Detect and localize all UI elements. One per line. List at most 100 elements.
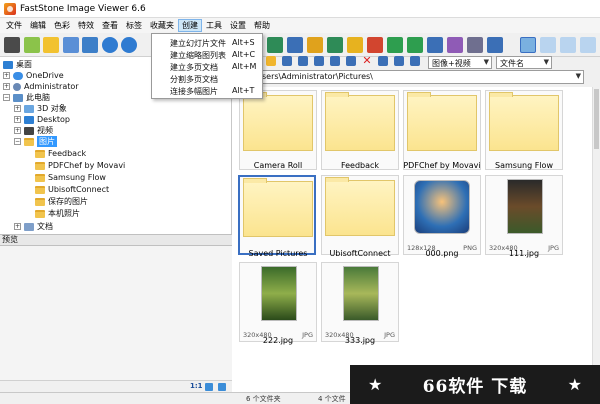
email-icon[interactable]: [487, 37, 503, 53]
view-thumb-icon[interactable]: [520, 37, 536, 53]
nav-icon-2[interactable]: [298, 56, 308, 66]
thumbnail-scrollbar[interactable]: [592, 87, 600, 392]
thumbnail-label: Saved Pictures: [248, 249, 308, 258]
thumbnail-tile-selected[interactable]: [238, 175, 316, 255]
rotate-right-icon[interactable]: [407, 37, 423, 53]
folder-icon: [407, 92, 477, 151]
menu-edit[interactable]: 编辑: [26, 19, 50, 32]
thumbnail-tile[interactable]: 128x128 PNG: [403, 175, 481, 255]
delete-icon[interactable]: ✕: [362, 55, 372, 66]
tree-item-desktop-en[interactable]: + Desktop: [14, 114, 70, 125]
menu-item-combine-images[interactable]: 连接多幅图片 Alt+T: [152, 85, 262, 97]
open-folder-icon[interactable]: [24, 37, 40, 53]
toolbar: [0, 33, 600, 57]
fullscreen-icon[interactable]: [82, 37, 98, 53]
thumbnail-tile[interactable]: 320x480 JPG: [239, 262, 317, 342]
tree-item-pdfchef[interactable]: PDFChef by Movavi: [35, 160, 125, 171]
nav-icon-4[interactable]: [330, 56, 340, 66]
gear-icon[interactable]: [347, 37, 363, 53]
menu-bar: 文件 编辑 色彩 特效 查看 标签 收藏夹 创建 工具 设置 帮助: [0, 18, 600, 33]
nav-icon-7[interactable]: [394, 56, 404, 66]
collapse-icon[interactable]: −: [14, 138, 21, 145]
tree-item-pictures[interactable]: − 图片: [14, 136, 57, 147]
tool-icon-6[interactable]: [367, 37, 383, 53]
menu-color[interactable]: 色彩: [50, 19, 74, 32]
tree-item-video[interactable]: + 视频: [14, 125, 53, 136]
thumbnail-tile[interactable]: [403, 90, 481, 170]
menu-favorites[interactable]: 收藏夹: [146, 19, 178, 32]
nav-icon-8[interactable]: [410, 56, 420, 66]
menu-effects[interactable]: 特效: [74, 19, 98, 32]
tool-icon-2[interactable]: [287, 37, 303, 53]
tree-item-samsung-flow[interactable]: Samsung Flow: [35, 172, 106, 183]
browse-icon[interactable]: [63, 37, 79, 53]
menu-item-split-multipage[interactable]: 分割多页文档: [152, 73, 262, 85]
expand-icon[interactable]: +: [14, 116, 21, 123]
expand-icon[interactable]: +: [14, 105, 21, 112]
tree-item-saved-pictures[interactable]: 保存的图片: [35, 196, 88, 207]
zoom-in-icon[interactable]: [102, 37, 118, 53]
print-icon[interactable]: [467, 37, 483, 53]
scrollbar-thumb[interactable]: [594, 89, 599, 149]
view-mode-icon-3[interactable]: [560, 37, 576, 53]
tree-item-desktop[interactable]: 桌面: [3, 59, 32, 70]
nav-icon-1[interactable]: [282, 56, 292, 66]
image-preview: [414, 180, 470, 234]
thumbnail-tile[interactable]: [321, 90, 399, 170]
title-bar: FastStone Image Viewer 6.6: [0, 0, 600, 18]
zoom-out-icon[interactable]: [121, 37, 137, 53]
tree-item-onedrive[interactable]: + OneDrive: [3, 70, 64, 81]
sort-select[interactable]: 文件名 ▼: [496, 56, 552, 69]
view-mode-icon-4[interactable]: [580, 37, 596, 53]
menu-tools[interactable]: 工具: [202, 19, 226, 32]
tree-item-local-photos[interactable]: 本机照片: [35, 208, 80, 219]
expand-icon[interactable]: +: [14, 127, 21, 134]
tree-item-ubisoft[interactable]: UbisoftConnect: [35, 184, 109, 195]
expand-icon[interactable]: +: [3, 83, 10, 90]
tree-item-feedback[interactable]: Feedback: [35, 148, 86, 159]
menu-item-create-contact-sheet[interactable]: 建立缩略图列表 Alt+C: [152, 49, 262, 61]
tree-item-administrator[interactable]: + Administrator: [3, 81, 79, 92]
camera-icon[interactable]: [4, 37, 20, 53]
tool-icon-4[interactable]: [327, 37, 343, 53]
filter-select[interactable]: 图像+视频 ▼: [428, 56, 492, 69]
collapse-icon[interactable]: −: [3, 94, 10, 101]
folder-up-icon[interactable]: [266, 56, 276, 66]
save-icon[interactable]: [43, 37, 59, 53]
thumbnail-tile[interactable]: [239, 90, 317, 170]
zoom-ratio[interactable]: 1:1: [190, 382, 203, 390]
preview-settings-icon[interactable]: [218, 383, 226, 391]
path-input[interactable]: sers\Administrator\Pictures\ ▼: [258, 70, 584, 84]
expand-icon[interactable]: +: [14, 223, 21, 230]
expand-icon[interactable]: +: [3, 72, 10, 79]
nav-icon-3[interactable]: [314, 56, 324, 66]
menu-file[interactable]: 文件: [2, 19, 26, 32]
nav-icon-6[interactable]: [378, 56, 388, 66]
tool-icon-9[interactable]: [427, 37, 443, 53]
tree-item-documents[interactable]: + 文档: [14, 221, 53, 232]
menu-view[interactable]: 查看: [98, 19, 122, 32]
menu-tags[interactable]: 标签: [122, 19, 146, 32]
view-mode-icon-2[interactable]: [540, 37, 556, 53]
thumbnail-tile[interactable]: 320x480 JPG: [321, 262, 399, 342]
thumbnail-tile[interactable]: 320x480 JPG: [485, 175, 563, 255]
tool-icon-1[interactable]: [267, 37, 283, 53]
desktop-icon: [3, 60, 13, 69]
rotate-left-icon[interactable]: [387, 37, 403, 53]
menu-item-create-multipage[interactable]: 建立多页文档 Alt+M: [152, 61, 262, 73]
thumbnail-label: PDFChef by Movavi: [403, 161, 481, 170]
thumbnail-tile[interactable]: [321, 175, 399, 255]
tool-icon-10[interactable]: [447, 37, 463, 53]
video-icon: [24, 126, 34, 135]
tree-item-3d-objects[interactable]: + 3D 对象: [14, 103, 67, 114]
menu-help[interactable]: 帮助: [250, 19, 274, 32]
status-file-count: 4 个文件: [318, 395, 346, 403]
tool-icon-3[interactable]: [307, 37, 323, 53]
nav-icon-5[interactable]: [346, 56, 356, 66]
preview-toggle-icon[interactable]: [205, 383, 213, 391]
menu-create[interactable]: 创建: [178, 19, 202, 32]
menu-item-create-slideshow[interactable]: 建立幻灯片文件 Alt+S: [152, 37, 262, 49]
thumbnail-tile[interactable]: [485, 90, 563, 170]
tree-item-this-pc[interactable]: − 此电脑: [3, 92, 50, 103]
menu-settings[interactable]: 设置: [226, 19, 250, 32]
